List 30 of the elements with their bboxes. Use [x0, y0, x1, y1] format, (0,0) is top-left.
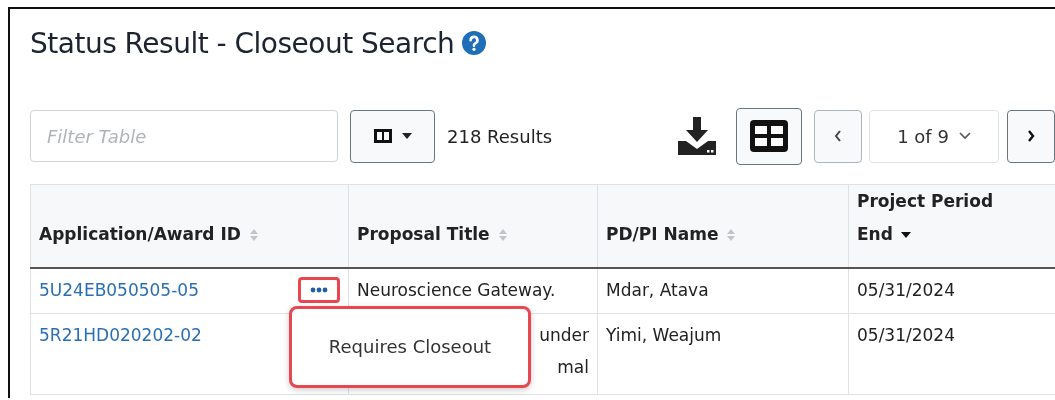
- menu-item[interactable]: Requires Closeout: [328, 336, 492, 358]
- page-title: Status Result - Closeout Search: [30, 26, 455, 60]
- grid-view-button[interactable]: [736, 107, 802, 165]
- column-header[interactable]: PD/PI Name: [597, 184, 849, 268]
- column-header[interactable]: Proposal Title: [348, 184, 598, 268]
- award-id-link[interactable]: 5R21HD020202-02: [39, 325, 202, 345]
- caret-icon: [401, 133, 412, 139]
- more-actions-button[interactable]: [298, 277, 340, 303]
- column-header[interactable]: Application/Award ID: [30, 184, 349, 268]
- ellipsis-icon: [310, 287, 328, 293]
- chevron-down-icon: [958, 132, 971, 140]
- table-cell: Mdar, Atava: [606, 280, 709, 300]
- results-count: 218 Results: [447, 125, 553, 147]
- table-cell: Neuroscience Gateway.: [357, 279, 556, 301]
- columns-button[interactable]: [350, 109, 435, 163]
- grid-icon: [750, 120, 788, 152]
- columns-icon: [373, 129, 392, 143]
- chevron-left-icon: [834, 130, 842, 142]
- next-page-button[interactable]: [1007, 109, 1055, 163]
- table-cell: 05/31/2024: [857, 325, 955, 345]
- column-header[interactable]: Project Period End: [848, 184, 1055, 268]
- table-cell: 05/31/2024: [857, 280, 955, 300]
- table-cell-text: mal: [557, 356, 589, 378]
- chevron-right-icon: [1027, 130, 1035, 142]
- filter-input[interactable]: Filter Table: [30, 110, 338, 162]
- download-icon[interactable]: [676, 115, 718, 157]
- page-select[interactable]: 1 of 9: [869, 109, 999, 163]
- table-cell: under: [539, 324, 589, 346]
- help-icon[interactable]: [462, 31, 487, 55]
- table-cell: Yimi, Weajum: [606, 325, 722, 345]
